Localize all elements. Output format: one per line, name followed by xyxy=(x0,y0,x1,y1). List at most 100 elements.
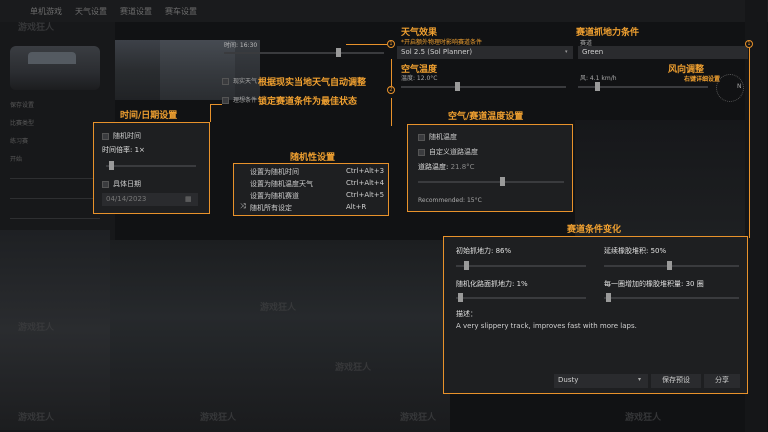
timedate-panel: 随机时间 时间倍率: 1× 具体日期 04/14/2023 ▦ xyxy=(93,122,210,214)
divider xyxy=(10,178,100,179)
ideal-annotation: 锁定赛道条件为最佳状态 xyxy=(258,97,358,107)
realweather-checkbox[interactable] xyxy=(222,78,229,85)
random-item-label: 随机所有设定 xyxy=(250,204,292,212)
airtrack-connector xyxy=(391,98,392,126)
car-window-shape xyxy=(28,52,76,64)
airtemp-slider-knob[interactable] xyxy=(455,82,460,91)
track-preview-2 xyxy=(160,40,260,100)
random-temp-row[interactable]: 随机温度 xyxy=(418,132,457,142)
marker-grip: 1 xyxy=(745,40,753,48)
airtrack-title: 空气/赛道温度设置 xyxy=(448,112,524,122)
bg-label: 比赛类型 xyxy=(10,120,35,127)
weather-dropdown[interactable]: Sol 2.5 (Sol Planner) xyxy=(397,46,573,59)
timedate-connector-2 xyxy=(210,104,222,105)
watermark: 游戏狂人 xyxy=(260,303,297,313)
save-preset-button[interactable]: 保存预设 xyxy=(651,374,701,388)
time-label: 时间: 16:30 xyxy=(224,42,258,49)
specific-date-checkbox[interactable] xyxy=(102,180,109,188)
specific-date-label: 具体日期 xyxy=(113,180,141,188)
rubber-extension-label: 延续橡胶堆积: 50% xyxy=(604,247,667,255)
airtemp-connector xyxy=(391,59,392,86)
watermark: 游戏狂人 xyxy=(18,413,55,423)
random-time-label: 随机时间 xyxy=(113,132,141,140)
time-slider-knob[interactable] xyxy=(336,48,341,57)
tab-car[interactable]: 赛车设置 xyxy=(165,6,197,17)
random-temp-checkbox[interactable] xyxy=(418,133,425,141)
ideal-checkbox[interactable] xyxy=(222,97,229,104)
road-temp-slider-track[interactable] xyxy=(418,181,564,183)
tab-track[interactable]: 赛道设置 xyxy=(120,6,152,17)
initial-grip-slider-knob[interactable] xyxy=(464,261,469,270)
random-track-item[interactable]: 设置为随机赛道 xyxy=(250,191,299,201)
weather-connector xyxy=(346,44,387,45)
share-button[interactable]: 分享 xyxy=(704,374,740,388)
bg-label: 开始 xyxy=(10,156,23,163)
road-temp-value: 21.8°C xyxy=(450,163,475,171)
random-title: 随机性设置 xyxy=(290,153,336,163)
airtemp-slider-label: 温度: 12.0°C xyxy=(401,75,438,82)
initial-grip-slider-track[interactable] xyxy=(456,265,586,267)
grip-dropdown[interactable]: Green xyxy=(578,46,748,59)
bg-label: 保存设置 xyxy=(10,102,35,109)
specific-date-row[interactable]: 具体日期 xyxy=(102,179,141,189)
recommended-temp: Recommended: 15°C xyxy=(418,197,482,204)
track-image xyxy=(0,230,110,430)
shortcut-label: Ctrl+Alt+4 xyxy=(346,179,385,187)
wind-slider-label: 风: 4.1 km/h xyxy=(580,75,617,82)
random-all-item[interactable]: 随机所有设定 xyxy=(250,203,292,213)
random-time-checkbox[interactable] xyxy=(102,132,109,140)
random-item-label: 设置为随机温度天气 xyxy=(250,180,313,188)
realweather-label: 现实天气 xyxy=(233,78,258,85)
marker-weather: 1 xyxy=(387,40,395,48)
description-text: A very slippery track, improves fast wit… xyxy=(456,322,637,330)
random-temp-label: 随机温度 xyxy=(429,133,457,141)
track-conditions-title: 赛道条件变化 xyxy=(567,225,622,235)
divider xyxy=(10,218,100,219)
tab-weather[interactable]: 天气设置 xyxy=(75,6,107,17)
date-field[interactable]: 04/14/2023 xyxy=(102,193,198,206)
random-grip-slider-track[interactable] xyxy=(456,297,586,299)
watermark: 游戏狂人 xyxy=(625,413,662,423)
wind-slider-knob[interactable] xyxy=(595,82,600,91)
watermark: 游戏狂人 xyxy=(200,413,237,423)
rubber-per-lap-label: 每一圈增加的橡胶堆积量: 30 圈 xyxy=(604,280,704,288)
time-rate-slider-knob[interactable] xyxy=(109,161,114,170)
realweather-row[interactable]: 现实天气 xyxy=(222,76,257,85)
random-weather-item[interactable]: 设置为随机温度天气 xyxy=(250,179,313,189)
shortcut-label: Alt+R xyxy=(346,203,367,211)
wind-subtitle: 右键详细设置 xyxy=(684,76,721,83)
airtemp-slider-track[interactable] xyxy=(401,86,566,88)
calendar-icon[interactable]: ▦ xyxy=(185,195,192,203)
watermark: 游戏狂人 xyxy=(400,413,437,423)
watermark: 游戏狂人 xyxy=(18,323,55,333)
ideal-label: 理想条件 xyxy=(233,97,258,104)
grip-connector xyxy=(749,48,750,238)
initial-grip-label: 初始抓地力: 86% xyxy=(456,247,512,255)
watermark: 游戏狂人 xyxy=(335,363,372,373)
time-rate-label: 时间倍率: 1× xyxy=(102,146,145,154)
tab-singleplayer[interactable]: 单机游戏 xyxy=(30,6,62,17)
weather-subtitle: *开启额外物理时影响赛道条件 xyxy=(401,39,483,46)
road-temp-slider-knob[interactable] xyxy=(500,177,505,186)
rubber-extension-slider-knob[interactable] xyxy=(667,261,672,270)
random-grip-slider-knob[interactable] xyxy=(458,293,463,302)
ideal-row[interactable]: 理想条件 xyxy=(222,95,257,104)
random-panel: 设置为随机时间 Ctrl+Alt+3 设置为随机温度天气 Ctrl+Alt+4 … xyxy=(233,163,389,216)
bottom-scene xyxy=(110,240,450,432)
custom-track-temp-checkbox[interactable] xyxy=(418,148,425,156)
shortcut-label: Ctrl+Alt+3 xyxy=(346,167,385,175)
rubber-per-lap-slider-knob[interactable] xyxy=(606,293,611,302)
time-slider-track[interactable] xyxy=(224,52,384,54)
chevron-down-icon: ▾ xyxy=(638,376,642,383)
road-temp-label: 道路温度: xyxy=(418,163,449,171)
shuffle-icon: ⤨ xyxy=(240,202,246,210)
airtrack-panel: 随机温度 自定义道路温度 道路温度: 21.8°C Recommended: 1… xyxy=(407,124,573,212)
preset-dropdown[interactable]: Dusty xyxy=(554,374,648,388)
realweather-annotation: 根据现实当地天气自动调整 xyxy=(258,78,367,88)
time-rate-slider-track[interactable] xyxy=(106,165,196,167)
watermark: 游戏狂人 xyxy=(18,23,55,33)
custom-track-temp-row[interactable]: 自定义道路温度 xyxy=(418,147,478,157)
random-time-row[interactable]: 随机时间 xyxy=(102,131,141,141)
random-time-item[interactable]: 设置为随机时间 xyxy=(250,167,299,177)
rubber-per-lap-slider-track[interactable] xyxy=(604,297,739,299)
